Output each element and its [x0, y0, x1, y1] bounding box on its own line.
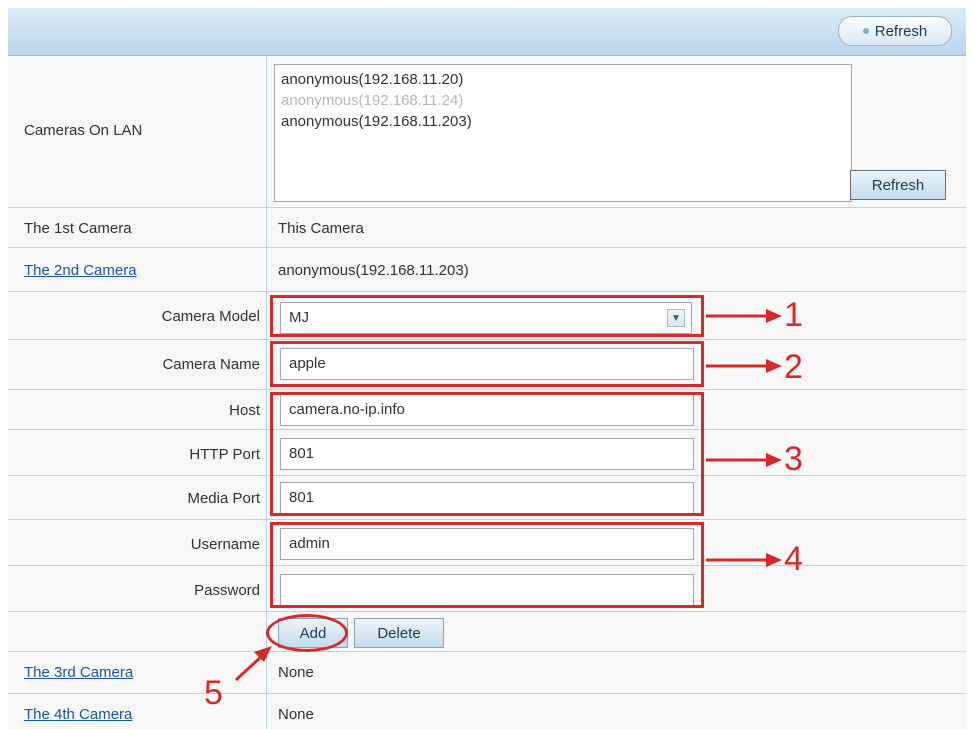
toolbar-refresh-button[interactable]: Refresh: [838, 16, 952, 46]
annotation-number-5: 5: [204, 674, 223, 712]
toolbar-refresh-label: Refresh: [874, 22, 928, 40]
http-port-label: HTTP Port: [189, 446, 260, 463]
row-4th-camera: [8, 694, 966, 729]
row-1st-camera: [8, 208, 966, 248]
annotation-number-2: 2: [784, 348, 803, 386]
annotation-number-3: 3: [784, 440, 803, 478]
row-2nd-camera: [8, 248, 966, 292]
row-buttons: [8, 612, 966, 652]
annotation-box-3: [270, 392, 704, 516]
username-label: Username: [190, 536, 260, 553]
password-label: Password: [194, 582, 260, 599]
fourth-camera-link[interactable]: The 4th Camera: [24, 706, 132, 723]
annotation-number-1: 1: [784, 296, 803, 334]
third-camera-value: None: [278, 664, 314, 681]
lan-camera-item[interactable]: anonymous(192.168.11.20): [281, 69, 845, 90]
first-camera-label: The 1st Camera: [24, 220, 132, 237]
media-port-label: Media Port: [187, 490, 260, 507]
delete-button[interactable]: Delete: [354, 618, 444, 648]
lan-camera-list[interactable]: anonymous(192.168.11.20) anonymous(192.1…: [274, 64, 852, 202]
lan-camera-item[interactable]: anonymous(192.168.11.24): [281, 90, 845, 111]
fourth-camera-value: None: [278, 706, 314, 723]
lan-camera-item[interactable]: anonymous(192.168.11.203): [281, 111, 845, 132]
first-camera-value: This Camera: [278, 220, 364, 237]
annotation-number-4: 4: [784, 540, 803, 578]
second-camera-value: anonymous(192.168.11.203): [278, 262, 469, 279]
toolbar: [8, 8, 966, 56]
annotation-box-2: [270, 341, 704, 387]
annotation-box-4: [270, 522, 704, 608]
cameras-on-lan-label: Cameras On LAN: [24, 122, 143, 139]
third-camera-link[interactable]: The 3rd Camera: [24, 664, 133, 681]
refresh-icon: [862, 28, 869, 34]
camera-model-label: Camera Model: [161, 308, 260, 325]
row-3rd-camera: [8, 652, 966, 694]
camera-name-label: Camera Name: [162, 356, 260, 373]
host-label: Host: [229, 402, 260, 419]
annotation-box-1: [270, 295, 704, 337]
lan-refresh-button[interactable]: Refresh: [850, 170, 946, 200]
second-camera-link[interactable]: The 2nd Camera: [24, 262, 137, 279]
annotation-circle-add: [266, 614, 348, 652]
